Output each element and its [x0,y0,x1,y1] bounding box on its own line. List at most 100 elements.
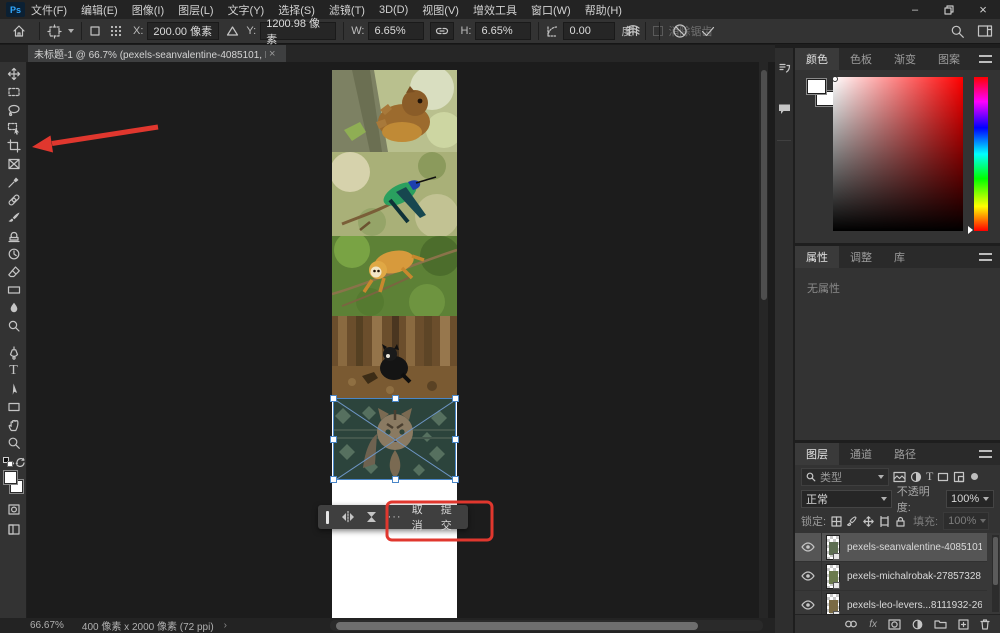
angle-value-field[interactable]: 0.00 [563,22,615,40]
history-panel-icon[interactable] [778,62,791,75]
filter-toggle-dot[interactable] [971,473,978,480]
transform-handle-bottom-right[interactable] [452,476,459,483]
layer-list-scrollbar[interactable] [992,535,999,612]
h-value-field[interactable]: 6.65% [475,22,531,40]
touch-bar-cancel-button[interactable]: 取消 [412,501,431,533]
commit-transform-button[interactable] [700,23,716,39]
transform-bounding-box[interactable] [333,398,456,480]
blur-tool[interactable] [0,299,27,317]
layer-row-2[interactable]: pexels-michalrobak-27857328 [795,562,987,591]
add-adjustment-layer-icon[interactable] [912,619,923,630]
menu-filter[interactable]: 滤镜(T) [329,2,365,18]
tab-properties[interactable]: 属性 [795,246,839,268]
transform-handle-top-center[interactable] [392,395,399,402]
tab-color[interactable]: 颜色 [795,48,839,70]
lasso-tool[interactable] [0,101,27,119]
new-layer-icon[interactable] [958,619,969,630]
filter-shape-layers-icon[interactable] [937,471,949,483]
tab-paths[interactable]: 路径 [883,443,927,465]
new-group-folder-icon[interactable] [934,619,947,629]
history-brush-tool[interactable] [0,245,27,263]
object-selection-tool[interactable] [0,119,27,137]
transform-tool-icon[interactable] [47,24,62,39]
reference-point-grid-icon[interactable] [109,24,123,38]
screen-mode-button[interactable] [0,520,27,538]
menu-window[interactable]: 窗口(W) [531,2,571,18]
comments-panel-icon[interactable] [778,103,791,115]
home-icon[interactable] [12,24,26,38]
transform-handle-top-left[interactable] [330,395,337,402]
menu-image[interactable]: 图像(I) [132,2,164,18]
touch-bar-commit-button[interactable]: 提交 [441,501,460,533]
transform-presets-chevron[interactable] [68,29,74,33]
filter-pixel-layers-icon[interactable] [893,471,906,483]
x-value-field[interactable]: 200.00 像素 [147,22,219,40]
brush-tool[interactable] [0,209,27,227]
transform-handle-mid-right[interactable] [452,436,459,443]
transform-handle-mid-left[interactable] [330,436,337,443]
canvas-area[interactable]: ··· 取消 提交 [28,62,768,618]
tab-adjustments[interactable]: 调整 [839,246,883,268]
frame-tool[interactable] [0,155,27,173]
hand-tool[interactable] [0,416,27,434]
layer-1-thumbnail[interactable] [826,535,840,560]
menu-view[interactable]: 视图(V) [422,2,459,18]
layer-filter-kind-dropdown[interactable]: 类型 [801,468,889,486]
w-value-field[interactable]: 6.65% [368,22,424,40]
layers-panel-menu-icon[interactable] [979,450,992,458]
gradient-tool[interactable] [0,281,27,299]
link-dimensions-button[interactable] [430,22,454,40]
menu-edit[interactable]: 编辑(E) [81,2,118,18]
hue-ramp[interactable] [974,77,988,231]
reference-point-toggle[interactable] [89,25,101,37]
lock-all-icon[interactable] [895,516,906,527]
layer-1-visibility-eye-icon[interactable] [801,542,815,552]
filter-type-layers-icon[interactable]: T [926,469,933,484]
blend-mode-dropdown[interactable]: 正常 [801,490,892,508]
status-info-chevron[interactable]: › [224,620,227,631]
shape-tool[interactable] [0,398,27,416]
marquee-tool[interactable] [0,83,27,101]
delete-layer-trash-icon[interactable] [980,619,990,630]
cancel-transform-button[interactable] [672,23,688,39]
lock-paint-icon[interactable] [847,516,858,527]
restore-button[interactable] [932,5,966,15]
transform-handle-bottom-left[interactable] [330,476,337,483]
touch-bar-grip[interactable] [326,511,329,524]
layer-row-1[interactable]: pexels-seanvalentine-4085101 [795,533,987,562]
tab-swatches[interactable]: 色板 [839,48,883,70]
menu-layer[interactable]: 图层(L) [178,2,213,18]
y-value-field[interactable]: 1200.98 像素 [260,22,336,40]
transform-handle-top-right[interactable] [452,395,459,402]
filter-adjustment-layers-icon[interactable] [910,471,922,483]
eraser-tool[interactable] [0,263,27,281]
layer-2-visibility-eye-icon[interactable] [801,571,815,581]
color-foreground-swatch[interactable] [807,79,826,94]
status-zoom-field[interactable]: 66.67% [30,620,64,631]
opacity-dropdown[interactable]: 100% [946,490,994,508]
close-button[interactable]: × [966,2,1000,17]
relative-position-toggle[interactable] [226,25,239,37]
lock-artboard-icon[interactable] [879,516,890,527]
layer-styles-fx-icon[interactable]: fx [869,619,877,630]
zoom-tool[interactable] [0,434,27,452]
warp-mode-button[interactable] [625,24,641,38]
workspace-switcher-icon[interactable] [977,24,993,38]
lock-position-icon[interactable] [863,516,874,527]
hue-ramp-marker[interactable] [968,226,973,234]
color-field-marker[interactable] [832,76,838,82]
document-tab-close-icon[interactable]: × [269,48,275,60]
menu-file[interactable]: 文件(F) [31,2,67,18]
touch-bar-more-icon[interactable]: ··· [388,511,402,523]
rotate-icon[interactable] [365,511,378,523]
eyedropper-tool[interactable] [0,173,27,191]
path-selection-tool[interactable] [0,380,27,398]
lock-transparent-icon[interactable] [831,516,842,527]
dodge-tool[interactable] [0,317,27,335]
menu-help[interactable]: 帮助(H) [585,2,622,18]
layer-3-visibility-eye-icon[interactable] [801,600,815,610]
pen-tool[interactable] [0,344,27,362]
search-icon[interactable] [950,24,965,39]
menu-3d[interactable]: 3D(D) [379,4,408,16]
tab-gradients[interactable]: 渐变 [883,48,927,70]
